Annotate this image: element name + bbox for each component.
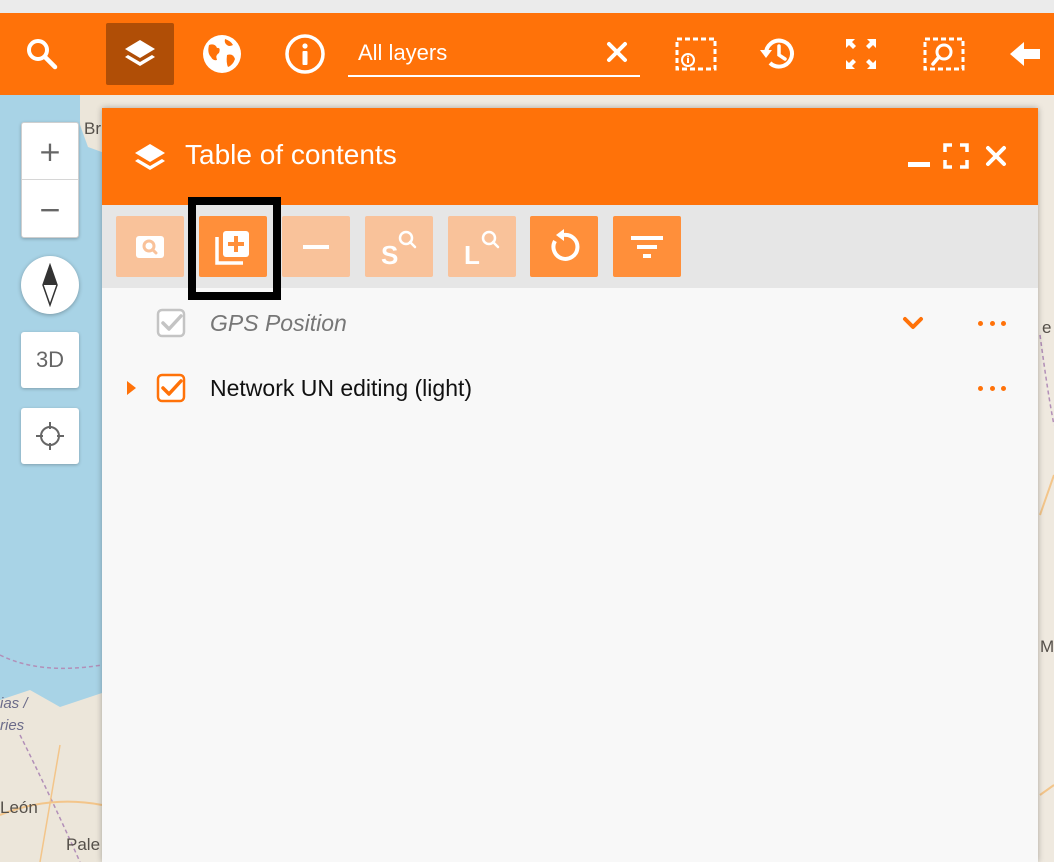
search-icon	[27, 39, 58, 70]
layer-row-network-un-editing[interactable]: Network UN editing (light)	[102, 363, 1038, 413]
zoom-out-button[interactable]: −	[22, 181, 78, 238]
add-layer-button[interactable]	[199, 216, 267, 277]
layer-label: Network UN editing (light)	[210, 375, 473, 401]
add-layer-icon	[215, 230, 249, 265]
map-label-leon: León	[0, 798, 38, 817]
fullscreen-icon	[846, 39, 876, 69]
more-dot-icon	[1001, 385, 1006, 391]
search-clear-button[interactable]	[602, 35, 632, 69]
info-icon	[285, 34, 325, 74]
checkbox-checked-icon[interactable]	[156, 373, 186, 403]
main-toolbar	[0, 13, 1054, 95]
zoom-to-layer-icon	[136, 235, 164, 258]
layer-row-gps-position[interactable]: GPS Position	[102, 298, 1038, 348]
fullscreen-button[interactable]	[827, 23, 895, 85]
history-button[interactable]	[744, 23, 812, 85]
table-of-contents-panel: Table of contents S L GPS Position Netwo…	[102, 108, 1038, 862]
remove-layer-button[interactable]	[282, 216, 350, 277]
panel-header[interactable]: Table of contents	[102, 108, 1038, 205]
locate-button[interactable]	[21, 408, 79, 464]
refresh-button[interactable]	[530, 216, 598, 277]
svg-text:S: S	[381, 240, 398, 266]
search-s-icon: S	[381, 230, 417, 266]
back-arrow-icon	[1010, 42, 1040, 66]
map-label-right-e: e	[1042, 318, 1052, 337]
map-label-right-m: M	[1040, 637, 1054, 656]
more-dot-icon	[989, 385, 995, 391]
zoom-control: + −	[21, 122, 79, 238]
more-dot-icon	[978, 385, 983, 391]
layer-more-options-button[interactable]	[978, 381, 1006, 395]
zoom-select-button[interactable]	[910, 23, 978, 85]
panel-toolbar: S L	[102, 205, 1038, 288]
view-3d-button[interactable]: 3D	[21, 332, 79, 388]
layer-more-options-button[interactable]	[978, 316, 1006, 330]
checkbox-checked-icon[interactable]	[156, 308, 186, 338]
maximize-icon	[943, 143, 969, 169]
zoom-to-layer-button[interactable]	[116, 216, 184, 277]
filter-button[interactable]	[613, 216, 681, 277]
zoom-in-button[interactable]: +	[22, 123, 78, 180]
svg-text:L: L	[464, 240, 480, 266]
chevron-down-icon[interactable]	[902, 312, 924, 334]
select-info-button[interactable]	[662, 23, 730, 85]
zoom-select-icon	[923, 37, 965, 71]
search-l-button[interactable]: L	[448, 216, 516, 277]
filter-icon	[631, 235, 663, 258]
back-button[interactable]	[994, 23, 1054, 85]
more-dot-icon	[989, 320, 995, 326]
compass-button[interactable]	[21, 256, 79, 314]
layers-button[interactable]	[106, 23, 174, 85]
caret-right-icon[interactable]	[124, 379, 138, 397]
search-l-icon: L	[464, 230, 500, 266]
layer-search-field[interactable]	[348, 33, 640, 77]
map-label-asturias-2: ries	[0, 717, 25, 734]
close-icon	[986, 146, 1006, 166]
close-icon	[607, 42, 627, 62]
search-s-button[interactable]: S	[365, 216, 433, 277]
layer-label: GPS Position	[210, 310, 347, 336]
crosshair-icon	[36, 422, 64, 450]
map-label-asturias: ias /	[0, 695, 28, 712]
more-dot-icon	[1001, 320, 1006, 326]
top-strip	[0, 0, 1054, 13]
history-icon	[760, 38, 794, 69]
compass-icon	[42, 263, 58, 307]
globe-button[interactable]	[188, 23, 256, 85]
select-info-icon	[675, 37, 717, 71]
maximize-button[interactable]	[940, 140, 972, 172]
layers-icon	[135, 144, 165, 170]
layer-search-input[interactable]	[358, 37, 598, 69]
refresh-icon	[551, 228, 580, 261]
layers-icon	[125, 40, 155, 66]
info-button[interactable]	[271, 23, 339, 85]
close-panel-button[interactable]	[980, 140, 1012, 172]
minus-icon	[303, 244, 329, 249]
panel-title: Table of contents	[185, 139, 397, 170]
more-dot-icon	[978, 320, 983, 326]
minimize-button[interactable]	[902, 140, 934, 172]
globe-icon	[203, 35, 241, 73]
search-button[interactable]	[8, 23, 76, 85]
minimize-icon	[908, 162, 930, 167]
map-label-palencia: Pale	[66, 835, 101, 854]
